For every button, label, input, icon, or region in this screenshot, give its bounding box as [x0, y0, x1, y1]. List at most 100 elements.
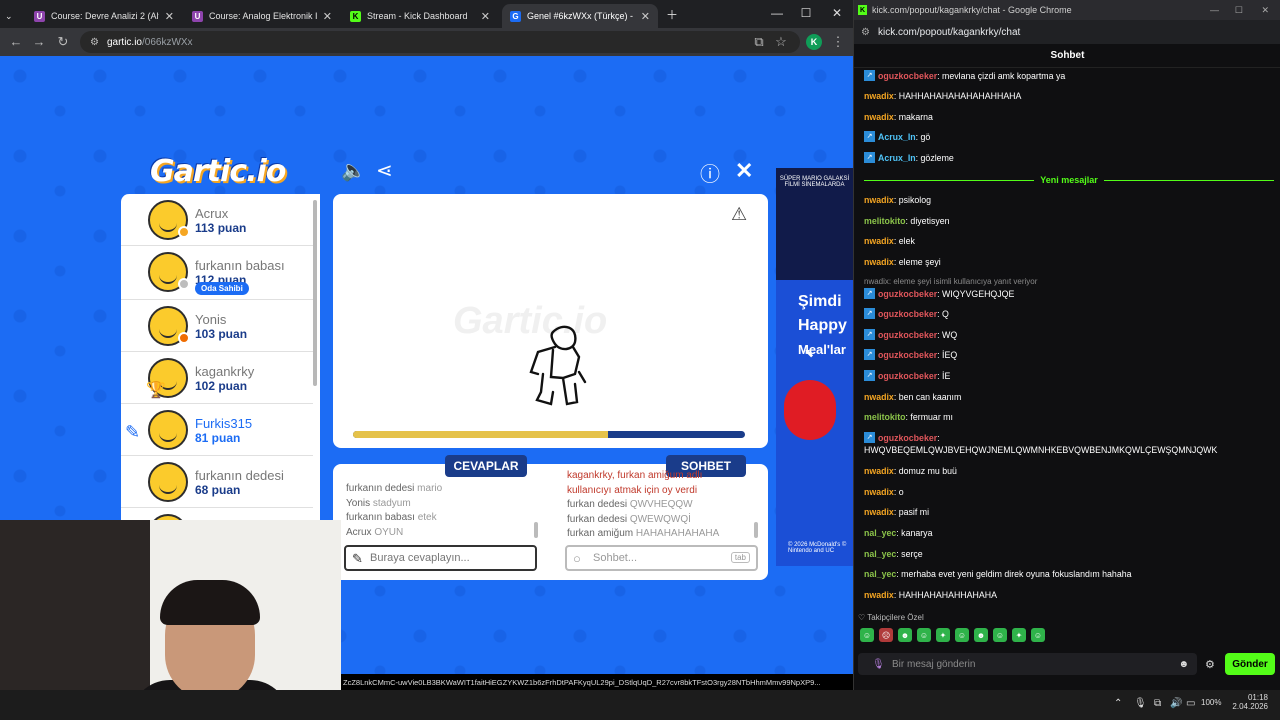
popout-url[interactable]: ⚙ kick.com/popout/kagankrky/chat: [854, 20, 1280, 44]
chat-username[interactable]: melitokito: [864, 412, 906, 422]
chat-username[interactable]: nwadix: [864, 257, 894, 267]
back-icon[interactable]: ←: [8, 34, 24, 49]
chat-username[interactable]: nwadix: [864, 91, 894, 101]
chat-input[interactable]: ○ Sohbet... tab: [565, 545, 758, 571]
microphone-icon[interactable]: 🎙: [872, 659, 885, 670]
chat-username[interactable]: nwadix: [864, 236, 894, 246]
chat-username[interactable]: nal_yec: [864, 528, 896, 538]
tab-course-devre[interactable]: U Course: Devre Analizi 2 (Alterna ✕: [26, 4, 182, 28]
chat-username[interactable]: melitokito: [864, 216, 906, 226]
maximize-button[interactable]: ☐: [1235, 5, 1243, 16]
emote-icon[interactable]: ✦: [1012, 628, 1026, 642]
chat-username[interactable]: oguzkocbeker: [878, 309, 937, 319]
forward-icon[interactable]: →: [31, 34, 47, 49]
chat-username[interactable]: nwadix: [864, 112, 894, 122]
emote-icon[interactable]: ☺: [993, 628, 1007, 642]
minimize-button[interactable]: —: [767, 6, 787, 20]
advertisement[interactable]: SÜPER MARIO GALAKSİ FİLMİ SİNEMALARDA Şi…: [776, 168, 853, 566]
chat-username[interactable]: oguzkocbeker: [878, 371, 937, 381]
emoji-icon[interactable]: ☻: [1178, 659, 1189, 670]
chat-message: ↗ oguzkocbeker: WIQYVGEHQJQE: [864, 288, 1274, 300]
tab-search-button[interactable]: ⌄: [0, 4, 22, 28]
tab-gartic-active[interactable]: G Genel #6kzWXx (Türkçe) - Gartic ✕: [502, 4, 658, 28]
chat-username[interactable]: nal_yec: [864, 569, 896, 579]
close-icon[interactable]: ✕: [641, 10, 650, 23]
players-list: Acrux 113 puan furkanın babası 112 puan …: [121, 194, 320, 524]
report-warning-icon[interactable]: ⚠: [731, 204, 747, 225]
settings-gear-icon[interactable]: ⚙: [1205, 658, 1215, 671]
network-icon[interactable]: ⧉: [1154, 698, 1161, 709]
emote-icon[interactable]: ☻: [898, 628, 912, 642]
chat-username[interactable]: oguzkocbeker: [878, 289, 937, 299]
chat-username[interactable]: Acrux_In: [878, 132, 916, 142]
share-icon[interactable]: ⋖: [376, 158, 393, 183]
answers-scrollbar[interactable]: [534, 522, 538, 538]
chat-item: furkan dedesi QWVHEQQW: [567, 499, 693, 510]
emote-icon[interactable]: ☻: [974, 628, 988, 642]
emote-icon[interactable]: ☺: [860, 628, 874, 642]
info-icon[interactable]: ⓘ: [700, 158, 720, 187]
window-title: K kick.com/popout/kagankrky/chat - Googl…: [854, 0, 1280, 20]
emote-icon[interactable]: ☺: [917, 628, 931, 642]
player-row[interactable]: Yonis 103 puan: [121, 300, 313, 352]
address-bar[interactable]: ⚙ gartic.io/066kzWXx: [80, 31, 800, 53]
chat-username[interactable]: nwadix: [864, 392, 894, 402]
exit-icon[interactable]: ✕: [735, 158, 753, 184]
maximize-button[interactable]: ☐: [796, 6, 816, 20]
site-info-icon[interactable]: ⚙: [90, 37, 99, 48]
player-row[interactable]: Acrux 113 puan: [121, 194, 313, 246]
chat-username[interactable]: oguzkocbeker: [878, 330, 937, 340]
send-button[interactable]: Gönder: [1225, 653, 1275, 675]
chat-username[interactable]: oguzkocbeker: [878, 71, 937, 81]
chat-username[interactable]: nwadix: [864, 487, 894, 497]
emote-icon[interactable]: ☺: [1031, 628, 1045, 642]
answer-input[interactable]: ✎ Buraya cevaplayın...: [344, 545, 537, 571]
sound-icon[interactable]: 🔈: [341, 158, 366, 183]
chevron-up-icon[interactable]: ⌃: [1114, 698, 1122, 709]
chat-message: ↗ oguzkocbeker: Q: [864, 308, 1274, 320]
chat-username[interactable]: Acrux_In: [878, 153, 916, 163]
battery-icon[interactable]: ▭: [1186, 698, 1195, 709]
player-name: Acrux: [195, 206, 229, 221]
chat-username[interactable]: nwadix: [864, 195, 894, 205]
chat-username[interactable]: oguzkocbeker: [878, 433, 937, 443]
clock[interactable]: 01:18 2.04.2026: [1232, 693, 1268, 711]
reload-icon[interactable]: ↻: [55, 34, 71, 50]
bookmark-star-icon[interactable]: ☆: [773, 34, 789, 50]
minimize-button[interactable]: —: [1210, 5, 1219, 15]
volume-icon[interactable]: 🔊: [1170, 698, 1182, 709]
menu-icon[interactable]: ⋮: [830, 34, 846, 50]
microphone-tray-icon[interactable]: 🎙: [1134, 698, 1147, 709]
badge-icon: ↗: [864, 288, 875, 299]
emote-icon[interactable]: ✦: [936, 628, 950, 642]
chat-scrollbar[interactable]: [754, 522, 758, 538]
close-icon[interactable]: ✕: [165, 10, 174, 23]
chat-username[interactable]: nwadix: [864, 590, 894, 600]
tab-course-analog[interactable]: U Course: Analog Elektronik I (Ya ✕: [184, 4, 340, 28]
emote-icon[interactable]: ☹: [879, 628, 893, 642]
profile-avatar[interactable]: K: [806, 34, 822, 50]
new-tab-button[interactable]: ＋: [662, 6, 682, 23]
close-window-button[interactable]: ✕: [1261, 5, 1269, 16]
player-row[interactable]: furkanın dedesi 68 puan: [121, 456, 313, 508]
site-info-icon[interactable]: ⚙: [861, 27, 870, 38]
drawing-canvas[interactable]: Gartic.io ⚠: [333, 194, 768, 448]
answers-list: furkanın dedesi mario Yonis stadyum furk…: [346, 482, 534, 540]
chat-username[interactable]: oguzkocbeker: [878, 350, 937, 360]
close-icon[interactable]: ✕: [481, 10, 490, 23]
answer-item: Yonis stadyum: [346, 497, 411, 509]
chat-text: : gözleme: [915, 153, 954, 163]
tab-kick-dashboard[interactable]: K Stream - Kick Dashboard ✕: [342, 4, 498, 28]
chat-username[interactable]: nwadix: [864, 507, 894, 517]
players-scrollbar[interactable]: [313, 200, 317, 386]
chat-username[interactable]: nal_yec: [864, 549, 896, 559]
close-icon[interactable]: ✕: [323, 10, 332, 23]
emote-icon[interactable]: ☺: [955, 628, 969, 642]
chat-message: ↗ Acrux_In: gözleme: [864, 152, 1274, 164]
close-window-button[interactable]: ✕: [827, 6, 847, 20]
player-row-self[interactable]: Furkis315 81 puan: [121, 404, 313, 456]
cast-icon[interactable]: ⧉: [751, 34, 767, 50]
chat-message-input[interactable]: 🎙 Bir mesaj gönderin ☻: [858, 653, 1197, 675]
chat-username[interactable]: nwadix: [864, 466, 894, 476]
pencil-icon: ✎: [125, 422, 141, 442]
